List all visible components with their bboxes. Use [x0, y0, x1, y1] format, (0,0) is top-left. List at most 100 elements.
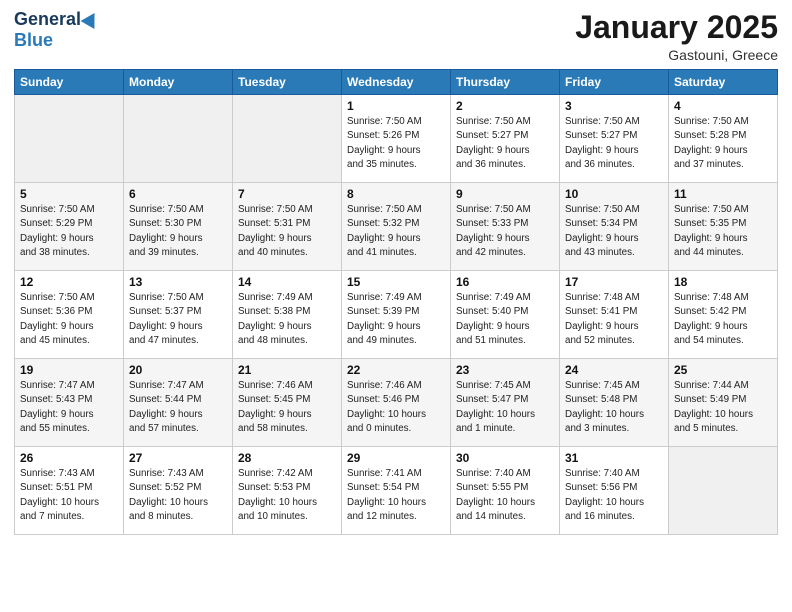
calendar-cell: 24 Sunrise: 7:45 AM Sunset: 5:48 PM Dayli… [560, 359, 669, 447]
day-info: Sunrise: 7:47 AM Sunset: 5:44 PM Dayligh… [129, 379, 227, 436]
calendar-cell [669, 447, 778, 535]
day-number: 31 [565, 451, 663, 465]
day-number: 16 [456, 275, 554, 289]
title-block: January 2025 Gastouni, Greece [575, 10, 778, 63]
day-info: Sunrise: 7:49 AM Sunset: 5:39 PM Dayligh… [347, 291, 445, 348]
day-number: 17 [565, 275, 663, 289]
calendar-cell: 9Sunrise: 7:50 AM Sunset: 5:33 PM Daylig… [451, 183, 560, 271]
day-number: 26 [20, 451, 118, 465]
calendar-table: SundayMondayTuesdayWednesdayThursdayFrid… [14, 69, 778, 535]
calendar-cell [233, 95, 342, 183]
day-info: Sunrise: 7:50 AM Sunset: 5:31 PM Dayligh… [238, 203, 336, 260]
calendar-cell: 18Sunrise: 7:48 AM Sunset: 5:42 PM Dayli… [669, 271, 778, 359]
day-number: 3 [565, 99, 663, 113]
calendar-cell [124, 95, 233, 183]
day-info: Sunrise: 7:43 AM Sunset: 5:51 PM Dayligh… [20, 467, 118, 524]
day-info: Sunrise: 7:50 AM Sunset: 5:33 PM Dayligh… [456, 203, 554, 260]
day-info: Sunrise: 7:42 AM Sunset: 5:53 PM Dayligh… [238, 467, 336, 524]
day-number: 19 [20, 363, 118, 377]
day-number: 21 [238, 363, 336, 377]
day-number: 29 [347, 451, 445, 465]
day-info: Sunrise: 7:50 AM Sunset: 5:32 PM Dayligh… [347, 203, 445, 260]
week-row-3: 12Sunrise: 7:50 AM Sunset: 5:36 PM Dayli… [15, 271, 778, 359]
calendar-cell: 14 Sunrise: 7:49 AM Sunset: 5:38 PM Dayli… [233, 271, 342, 359]
day-info: Sunrise: 7:47 AM Sunset: 5:43 PM Dayligh… [20, 379, 118, 436]
day-number: 4 [674, 99, 772, 113]
logo-triangle-icon [81, 9, 102, 29]
calendar-cell: 15 Sunrise: 7:49 AM Sunset: 5:39 PM Dayli… [342, 271, 451, 359]
day-info: Sunrise: 7:50 AM Sunset: 5:35 PM Dayligh… [674, 203, 772, 260]
day-number: 15 [347, 275, 445, 289]
day-number: 22 [347, 363, 445, 377]
day-number: 23 [456, 363, 554, 377]
logo-general: General [14, 10, 81, 30]
weekday-header-monday: Monday [124, 70, 233, 95]
calendar-cell: 30 Sunrise: 7:40 AM Sunset: 5:55 PM Dayli… [451, 447, 560, 535]
calendar-cell: 10 Sunrise: 7:50 AM Sunset: 5:34 PM Dayli… [560, 183, 669, 271]
weekday-header-saturday: Saturday [669, 70, 778, 95]
day-info: Sunrise: 7:50 AM Sunset: 5:29 PM Dayligh… [20, 203, 118, 260]
day-number: 18 [674, 275, 772, 289]
weekday-header-friday: Friday [560, 70, 669, 95]
day-info: Sunrise: 7:50 AM Sunset: 5:34 PM Dayligh… [565, 203, 663, 260]
calendar-cell: 5Sunrise: 7:50 AM Sunset: 5:29 PM Daylig… [15, 183, 124, 271]
calendar-cell: 31Sunrise: 7:40 AM Sunset: 5:56 PM Dayli… [560, 447, 669, 535]
calendar-cell: 23Sunrise: 7:45 AM Sunset: 5:47 PM Dayli… [451, 359, 560, 447]
calendar-cell: 6Sunrise: 7:50 AM Sunset: 5:30 PM Daylig… [124, 183, 233, 271]
calendar-cell: 26 Sunrise: 7:43 AM Sunset: 5:51 PM Dayli… [15, 447, 124, 535]
calendar-cell: 8Sunrise: 7:50 AM Sunset: 5:32 PM Daylig… [342, 183, 451, 271]
day-info: Sunrise: 7:50 AM Sunset: 5:37 PM Dayligh… [129, 291, 227, 348]
day-number: 2 [456, 99, 554, 113]
calendar-cell: 20 Sunrise: 7:47 AM Sunset: 5:44 PM Dayli… [124, 359, 233, 447]
day-info: Sunrise: 7:50 AM Sunset: 5:27 PM Dayligh… [565, 115, 663, 172]
day-info: Sunrise: 7:50 AM Sunset: 5:28 PM Dayligh… [674, 115, 772, 172]
calendar-cell: 16 Sunrise: 7:49 AM Sunset: 5:40 PM Dayli… [451, 271, 560, 359]
calendar-cell: 29Sunrise: 7:41 AM Sunset: 5:54 PM Dayli… [342, 447, 451, 535]
week-row-4: 19 Sunrise: 7:47 AM Sunset: 5:43 PM Dayli… [15, 359, 778, 447]
day-info: Sunrise: 7:50 AM Sunset: 5:26 PM Dayligh… [347, 115, 445, 172]
calendar-title: January 2025 [575, 10, 778, 45]
day-number: 27 [129, 451, 227, 465]
day-info: Sunrise: 7:46 AM Sunset: 5:46 PM Dayligh… [347, 379, 445, 436]
calendar-cell: 11 Sunrise: 7:50 AM Sunset: 5:35 PM Dayli… [669, 183, 778, 271]
day-number: 13 [129, 275, 227, 289]
calendar-cell: 3 Sunrise: 7:50 AM Sunset: 5:27 PM Daylig… [560, 95, 669, 183]
week-row-2: 5Sunrise: 7:50 AM Sunset: 5:29 PM Daylig… [15, 183, 778, 271]
calendar-location: Gastouni, Greece [575, 47, 778, 63]
day-info: Sunrise: 7:45 AM Sunset: 5:48 PM Dayligh… [565, 379, 663, 436]
day-info: Sunrise: 7:49 AM Sunset: 5:40 PM Dayligh… [456, 291, 554, 348]
day-info: Sunrise: 7:44 AM Sunset: 5:49 PM Dayligh… [674, 379, 772, 436]
day-number: 14 [238, 275, 336, 289]
calendar-cell: 25 Sunrise: 7:44 AM Sunset: 5:49 PM Dayli… [669, 359, 778, 447]
day-info: Sunrise: 7:50 AM Sunset: 5:30 PM Dayligh… [129, 203, 227, 260]
calendar-cell: 1 Sunrise: 7:50 AM Sunset: 5:26 PM Daylig… [342, 95, 451, 183]
calendar-cell [15, 95, 124, 183]
logo: General Blue [14, 10, 99, 51]
logo-text: General [14, 10, 99, 30]
day-info: Sunrise: 7:48 AM Sunset: 5:41 PM Dayligh… [565, 291, 663, 348]
calendar-cell: 7Sunrise: 7:50 AM Sunset: 5:31 PM Daylig… [233, 183, 342, 271]
calendar-cell: 4 Sunrise: 7:50 AM Sunset: 5:28 PM Daylig… [669, 95, 778, 183]
calendar-cell: 17 Sunrise: 7:48 AM Sunset: 5:41 PM Dayli… [560, 271, 669, 359]
calendar-cell: 13 Sunrise: 7:50 AM Sunset: 5:37 PM Dayli… [124, 271, 233, 359]
calendar-cell: 21Sunrise: 7:46 AM Sunset: 5:45 PM Dayli… [233, 359, 342, 447]
day-number: 30 [456, 451, 554, 465]
weekday-header-wednesday: Wednesday [342, 70, 451, 95]
day-number: 1 [347, 99, 445, 113]
day-number: 25 [674, 363, 772, 377]
calendar-cell: 12Sunrise: 7:50 AM Sunset: 5:36 PM Dayli… [15, 271, 124, 359]
day-info: Sunrise: 7:49 AM Sunset: 5:38 PM Dayligh… [238, 291, 336, 348]
day-number: 12 [20, 275, 118, 289]
weekday-header-sunday: Sunday [15, 70, 124, 95]
day-info: Sunrise: 7:40 AM Sunset: 5:55 PM Dayligh… [456, 467, 554, 524]
day-number: 10 [565, 187, 663, 201]
logo-blue-text: Blue [14, 30, 53, 51]
day-number: 28 [238, 451, 336, 465]
page: General Blue January 2025 Gastouni, Gree… [0, 0, 792, 612]
week-row-1: 1 Sunrise: 7:50 AM Sunset: 5:26 PM Daylig… [15, 95, 778, 183]
header: General Blue January 2025 Gastouni, Gree… [14, 10, 778, 63]
day-number: 24 [565, 363, 663, 377]
day-info: Sunrise: 7:50 AM Sunset: 5:27 PM Dayligh… [456, 115, 554, 172]
day-number: 11 [674, 187, 772, 201]
day-number: 20 [129, 363, 227, 377]
